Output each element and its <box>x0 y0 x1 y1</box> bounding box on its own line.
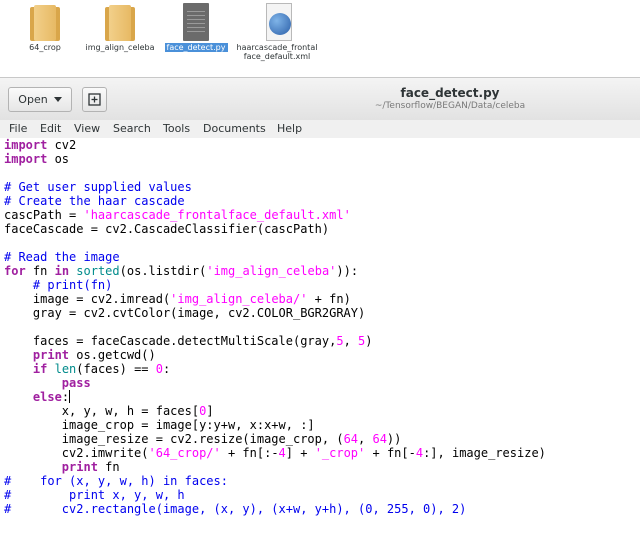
code-line: # print(fn) <box>32 278 113 292</box>
code-line: for fn in sorted(os.listdir('img_align_c… <box>4 264 359 278</box>
file-item-haarcascade[interactable]: haarcascade_frontalface_default.xml <box>230 0 324 61</box>
code-line: import cv2 <box>4 138 77 152</box>
open-button[interactable]: Open <box>8 87 72 112</box>
code-line: # Get user supplied values <box>4 180 192 194</box>
desktop-file-area: 64_crop img_align_celeba face_detect.py … <box>0 0 640 78</box>
code-line: image_crop = image[y:y+w, x:x+w, :] <box>4 418 315 432</box>
code-line: # print x, y, w, h <box>4 488 185 502</box>
code-line: else: <box>32 390 71 404</box>
code-line: x, y, w, h = faces[0] <box>4 404 214 418</box>
chevron-down-icon <box>53 97 62 102</box>
open-button-label: Open <box>18 93 48 106</box>
code-line: # for (x, y, w, h) in faces: <box>4 474 228 488</box>
file-item-face-detect[interactable]: face_detect.py <box>151 0 241 52</box>
folder-icon <box>103 3 137 41</box>
menu-edit[interactable]: Edit <box>40 122 61 135</box>
new-document-icon <box>88 93 101 106</box>
menu-search[interactable]: Search <box>113 122 151 135</box>
code-line: faces = faceCascade.detectMultiScale(gra… <box>4 334 373 348</box>
code-line: # Read the image <box>4 250 120 264</box>
menu-tools[interactable]: Tools <box>163 122 190 135</box>
code-line: print fn <box>61 460 120 474</box>
menu-help[interactable]: Help <box>277 122 302 135</box>
code-line: pass <box>61 376 91 390</box>
file-label-selected: face_detect.py <box>164 43 228 52</box>
python-file-icon <box>179 3 213 41</box>
code-line: image = cv2.imread('img_align_celeba/' +… <box>4 292 351 306</box>
xml-file-icon <box>260 3 294 41</box>
code-line: if len(faces) == 0: <box>32 362 171 376</box>
file-label: haarcascade_frontalface_default.xml <box>236 43 318 61</box>
menu-view[interactable]: View <box>74 122 100 135</box>
text-cursor <box>69 390 71 403</box>
editor-header-bar: Open face_detect.py ~/Tensorflow/BEGAN/D… <box>0 78 640 121</box>
new-document-button[interactable] <box>82 87 107 112</box>
code-line: print os.getcwd() <box>32 348 156 362</box>
code-line: # Create the haar cascade <box>4 194 185 208</box>
code-line: cv2.imwrite('64_crop/' + fn[:-4] + '_cro… <box>4 446 546 460</box>
code-line: faceCascade = cv2.CascadeClassifier(casc… <box>4 222 330 236</box>
window-subtitle: ~/Tensorflow/BEGAN/Data/celeba <box>374 101 526 111</box>
code-line: # cv2.rectangle(image, (x, y), (x+w, y+h… <box>4 502 467 516</box>
code-line: image_resize = cv2.resize(image_crop, (6… <box>4 432 402 446</box>
menu-documents[interactable]: Documents <box>203 122 266 135</box>
code-editor[interactable]: import cv2 import os # Get user supplied v… <box>0 138 640 543</box>
menu-file[interactable]: File <box>9 122 27 135</box>
code-line: gray = cv2.cvtColor(image, cv2.COLOR_BGR… <box>4 306 366 320</box>
code-line: import os <box>4 152 70 166</box>
window-title: face_detect.py <box>400 86 500 100</box>
code-line: cascPath = 'haarcascade_frontalface_defa… <box>4 208 351 222</box>
menu-bar: File Edit View Search Tools Documents He… <box>0 120 640 138</box>
folder-icon <box>28 3 62 41</box>
